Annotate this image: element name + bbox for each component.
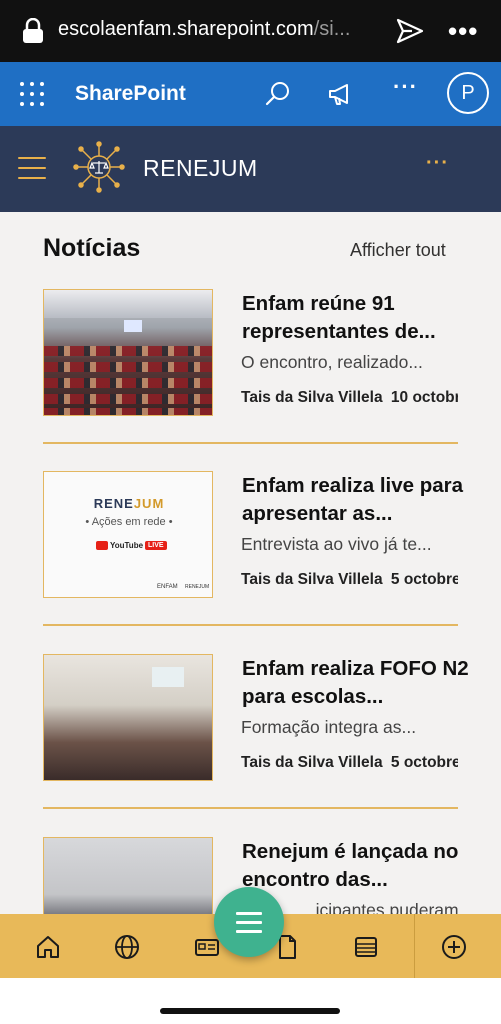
site-more-icon[interactable]: ··· <box>426 152 449 175</box>
home-icon[interactable] <box>34 933 62 961</box>
news-meta: Tais da Silva Villela 5 octobre <box>241 754 458 772</box>
news-meta: Tais da Silva Villela 5 octobre <box>241 571 458 589</box>
news-date: 5 octobre <box>390 754 458 771</box>
globe-icon[interactable] <box>113 933 141 961</box>
search-icon[interactable] <box>264 80 292 108</box>
news-item[interactable]: Enfam reúne 91 representantes de... O en… <box>43 289 501 471</box>
renejum-live-card: RENEJUM • Ações em rede • YouTube LIVE E… <box>44 472 212 597</box>
group-photo <box>44 838 212 914</box>
divider <box>43 807 458 809</box>
enfam-logo-text: ENFAM <box>157 584 178 590</box>
card-subtitle: • Ações em rede • <box>85 516 173 528</box>
news-title[interactable]: Enfam realiza live para apresentar as... <box>242 472 472 528</box>
news-description: ...icipantes puderam <box>301 900 459 914</box>
youtube-badge: YouTube LIVE <box>96 539 167 551</box>
app-launcher-icon[interactable] <box>20 82 44 106</box>
browser-more-icon[interactable]: ••• <box>448 16 478 47</box>
divider <box>43 624 458 626</box>
news-author: Tais da Silva Villela <box>241 389 383 406</box>
card-brand: RENEJUM <box>93 496 165 511</box>
add-icon[interactable] <box>440 933 468 961</box>
site-header: RENEJUM ··· <box>0 126 501 212</box>
home-indicator-area <box>0 978 501 1024</box>
nav-separator <box>414 914 415 978</box>
site-logo-icon <box>73 141 125 193</box>
news-description: O encontro, realizado... <box>241 352 423 372</box>
sharepoint-bar: SharePoint ··· P <box>0 62 501 126</box>
news-item[interactable]: Enfam realiza FOFO N2 para escolas... Fo… <box>43 654 501 836</box>
list-icon[interactable] <box>352 933 380 961</box>
youtube-icon <box>96 540 108 550</box>
news-date: 5 octobre <box>390 571 458 588</box>
news-date: 10 octobre <box>390 389 458 406</box>
renejum-logo-text: RENEJUM <box>185 584 210 590</box>
news-title[interactable]: Enfam realiza FOFO N2 para escolas... <box>242 655 472 711</box>
megaphone-icon[interactable] <box>327 82 355 108</box>
news-thumbnail[interactable] <box>43 654 213 781</box>
conference-photo <box>44 290 212 415</box>
news-author: Tais da Silva Villela <box>241 571 383 588</box>
page-navigation-button[interactable] <box>214 887 284 957</box>
news-meta: Tais da Silva Villela 10 octobre <box>241 389 458 407</box>
news-web-part: Notícias Afficher tout Enfam reúne 91 re… <box>0 212 501 914</box>
section-title: Notícias <box>43 234 141 262</box>
news-thumbnail[interactable]: RENEJUM • Ações em rede • YouTube LIVE E… <box>43 471 213 598</box>
divider <box>43 442 458 444</box>
home-indicator[interactable] <box>160 1008 340 1014</box>
news-title[interactable]: Enfam reúne 91 representantes de... <box>242 290 472 346</box>
menu-icon[interactable] <box>18 157 46 179</box>
news-description: Entrevista ao vivo já te... <box>241 534 432 554</box>
site-title[interactable]: RENEJUM <box>143 155 258 182</box>
news-thumbnail[interactable] <box>43 837 213 914</box>
news-author: Tais da Silva Villela <box>241 754 383 771</box>
sharepoint-more-icon[interactable]: ··· <box>393 74 418 100</box>
lock-icon <box>23 18 43 43</box>
see-all-link[interactable]: Afficher tout <box>350 240 446 261</box>
url-field[interactable]: escolaenfam.sharepoint.com/si... <box>58 18 350 41</box>
news-item[interactable]: RENEJUM • Ações em rede • YouTube LIVE E… <box>43 471 501 653</box>
meeting-photo <box>44 655 212 780</box>
news-title[interactable]: Renejum é lançada no encontro das... <box>242 838 472 894</box>
sharepoint-title[interactable]: SharePoint <box>75 82 186 106</box>
send-icon[interactable] <box>396 18 424 44</box>
news-thumbnail[interactable] <box>43 289 213 416</box>
news-description: Formação integra as... <box>241 717 417 737</box>
avatar[interactable]: P <box>447 72 489 114</box>
browser-url-bar: escolaenfam.sharepoint.com/si... ••• <box>0 0 501 62</box>
